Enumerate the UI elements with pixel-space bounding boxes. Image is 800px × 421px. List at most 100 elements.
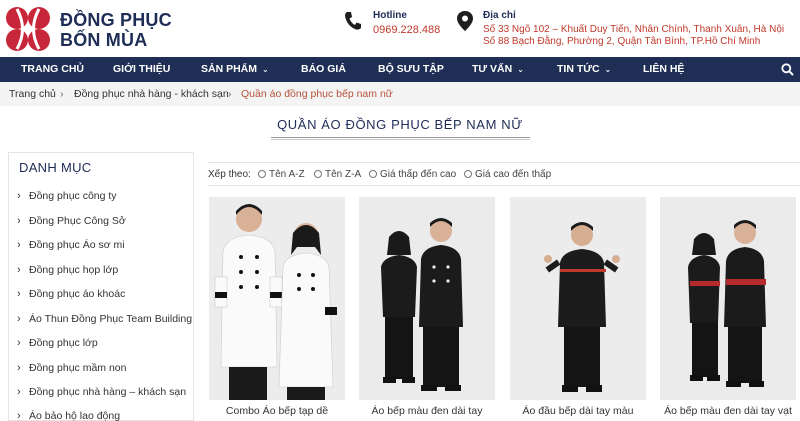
product-image-3[interactable]	[510, 197, 646, 400]
chef-couple-black-red-photo	[660, 197, 796, 400]
chevron-right-icon: ›	[17, 288, 21, 300]
chevron-right-icon: ›	[17, 337, 21, 349]
chevron-right-icon: ›	[17, 215, 21, 227]
nav-item-collection[interactable]: BỘ SƯU TẬP	[378, 57, 444, 82]
title-underline-secondary	[271, 139, 530, 140]
sidebar-item-jacket[interactable]: › Đồng phục áo khoác	[17, 288, 125, 300]
nav-item-news[interactable]: TIN TỨC ⌄	[557, 57, 611, 82]
radio-icon	[314, 170, 322, 178]
sidebar-item-label: Đồng phục nhà hàng – khách sạn	[29, 386, 187, 398]
sidebar-item-safety[interactable]: › Áo bảo hộ lao động	[17, 410, 120, 421]
brand-line-2: BỐN MÙA	[60, 30, 148, 50]
breadcrumb-current: Quần áo đồng phục bếp nam nữ	[241, 88, 393, 100]
chef-couple-black-photo	[359, 197, 495, 400]
nav-label: SẢN PHẨM	[201, 63, 258, 75]
phone-icon	[345, 12, 361, 30]
chevron-down-icon: ⌄	[517, 65, 524, 74]
category-sidebar: DANH MỤC › Đồng phục công ty › Đồng Phục C…	[8, 152, 194, 421]
sidebar-item-company[interactable]: › Đồng phục công ty	[17, 190, 117, 202]
product-name-1[interactable]: Combo Áo bếp tạp dề	[209, 405, 345, 417]
sidebar-item-label: Áo Thun Đồng Phục Team Building	[29, 313, 193, 325]
site-header: ĐỒNG PHỤC BỐN MÙA Hotline 0969.228.488 Đ…	[0, 0, 800, 57]
chevron-down-icon: ⌄	[262, 65, 269, 74]
chevron-down-icon: ⌄	[604, 65, 612, 74]
address-line-1: Số 33 Ngõ 102 – Khuất Duy Tiến, Nhân Chí…	[483, 24, 785, 35]
chevron-right-icon: ›	[17, 264, 21, 276]
nav-label: BÁO GIÁ	[301, 63, 346, 75]
chevron-right-icon: ›	[17, 362, 21, 374]
sidebar-item-class[interactable]: › Đồng phục lớp	[17, 337, 98, 349]
nav-item-products[interactable]: SẢN PHẨM ⌄	[201, 57, 269, 82]
nav-label: GIỚI THIỆU	[113, 63, 171, 75]
sidebar-item-label: Đồng phục mầm non	[29, 362, 127, 374]
sidebar-item-shirt[interactable]: › Đồng phục Áo sơ mi	[17, 239, 125, 251]
sort-option-label: Giá cao đến thấp	[475, 169, 552, 180]
sidebar-item-teambuilding[interactable]: › Áo Thun Đồng Phục Team Building	[17, 313, 192, 325]
nav-label: TƯ VẤN	[472, 63, 513, 75]
nav-label: TIN TỨC	[557, 63, 600, 75]
hotline-number[interactable]: 0969.228.488	[373, 24, 440, 36]
product-image-4[interactable]	[660, 197, 796, 400]
main-nav: TRANG CHỦ GIỚI THIỆU SẢN PHẨM ⌄ BÁO GIÁ B…	[0, 57, 800, 82]
brand-line-1: ĐỒNG PHỤC	[60, 10, 172, 30]
title-underline	[271, 137, 530, 138]
sort-option-label: Tên A-Z	[269, 169, 305, 180]
nav-item-consult[interactable]: TƯ VẤN ⌄	[472, 57, 524, 82]
nav-label: LIÊN HỆ	[643, 63, 685, 75]
nav-item-about[interactable]: GIỚI THIỆU	[113, 57, 170, 82]
sort-option-name-asc[interactable]: Tên A-Z	[258, 169, 305, 180]
map-pin-icon	[457, 11, 473, 31]
product-image-2[interactable]	[359, 197, 495, 400]
sort-option-label: Giá thấp đến cao	[380, 169, 457, 180]
chevron-right-icon: ›	[17, 190, 21, 202]
nav-item-pricing[interactable]: BÁO GIÁ	[301, 57, 346, 82]
search-icon[interactable]	[781, 63, 794, 76]
sidebar-item-label: Đồng Phục Công Sở	[29, 215, 126, 227]
radio-icon	[369, 170, 377, 178]
sort-bar: Xếp theo: Tên A-Z Tên Z-A Giá thấp đến c…	[208, 162, 800, 186]
brand-logo-icon[interactable]	[4, 5, 52, 53]
nav-item-home[interactable]: TRANG CHỦ	[21, 57, 84, 82]
chevron-right-icon: ›	[17, 386, 21, 398]
product-name-3[interactable]: Áo đầu bếp dài tay màu	[510, 405, 646, 417]
page-title: QUẦN ÁO ĐỒNG PHỤC BẾP NAM NỮ	[277, 117, 523, 132]
sidebar-item-label: Đồng phục họp lớp	[29, 264, 119, 276]
sidebar-item-label: Đồng phục Áo sơ mi	[29, 239, 125, 251]
hotline-label: Hotline	[373, 10, 407, 21]
sidebar-item-label: Đồng phục lớp	[29, 337, 98, 349]
product-name-4[interactable]: Áo bếp màu đen dài tay vạt	[660, 405, 796, 417]
product-name-2[interactable]: Áo bếp màu đen dài tay	[359, 405, 495, 417]
sort-option-price-desc[interactable]: Giá cao đến thấp	[464, 169, 551, 180]
sidebar-item-office[interactable]: › Đồng Phục Công Sở	[17, 215, 126, 227]
address-line-2: Số 88 Bạch Đằng, Phường 2, Quận Tân Bình…	[483, 36, 761, 47]
brand-name[interactable]: ĐỒNG PHỤC BỐN MÙA	[60, 10, 172, 50]
breadcrumb-home[interactable]: Trang chủ	[9, 88, 56, 100]
breadcrumb-separator: ›	[228, 88, 232, 100]
sort-option-label: Tên Z-A	[325, 169, 362, 180]
sort-option-name-desc[interactable]: Tên Z-A	[314, 169, 361, 180]
sidebar-item-reunion[interactable]: › Đồng phục họp lớp	[17, 264, 118, 276]
sidebar-item-restaurant[interactable]: › Đồng phục nhà hàng – khách sạn	[17, 386, 186, 398]
chef-man-red-trim-photo	[510, 197, 646, 400]
product-image-1[interactable]	[209, 197, 345, 400]
radio-icon	[258, 170, 266, 178]
nav-label: TRANG CHỦ	[21, 63, 84, 75]
sidebar-item-label: Đồng phục công ty	[29, 190, 117, 202]
chevron-right-icon: ›	[17, 239, 21, 251]
sidebar-item-label: Đồng phục áo khoác	[29, 288, 126, 300]
sidebar-item-label: Áo bảo hộ lao động	[29, 410, 121, 421]
sort-label: Xếp theo:	[208, 169, 251, 180]
sort-option-price-asc[interactable]: Giá thấp đến cao	[369, 169, 456, 180]
chevron-right-icon: ›	[17, 410, 21, 421]
breadcrumb: Trang chủ › Đồng phục nhà hàng - khách s…	[0, 82, 800, 106]
sidebar-heading: DANH MỤC	[19, 160, 92, 175]
breadcrumb-separator: ›	[60, 88, 64, 100]
nav-item-contact[interactable]: LIÊN HỆ	[643, 57, 684, 82]
address-label: Địa chỉ	[483, 10, 516, 21]
nav-label: BỘ SƯU TẬP	[378, 63, 444, 75]
sidebar-item-preschool[interactable]: › Đồng phục mầm non	[17, 362, 126, 374]
breadcrumb-category[interactable]: Đồng phục nhà hàng - khách sạn	[74, 88, 229, 100]
chef-couple-white-photo	[209, 197, 345, 400]
radio-icon	[464, 170, 472, 178]
chevron-right-icon: ›	[17, 313, 21, 325]
